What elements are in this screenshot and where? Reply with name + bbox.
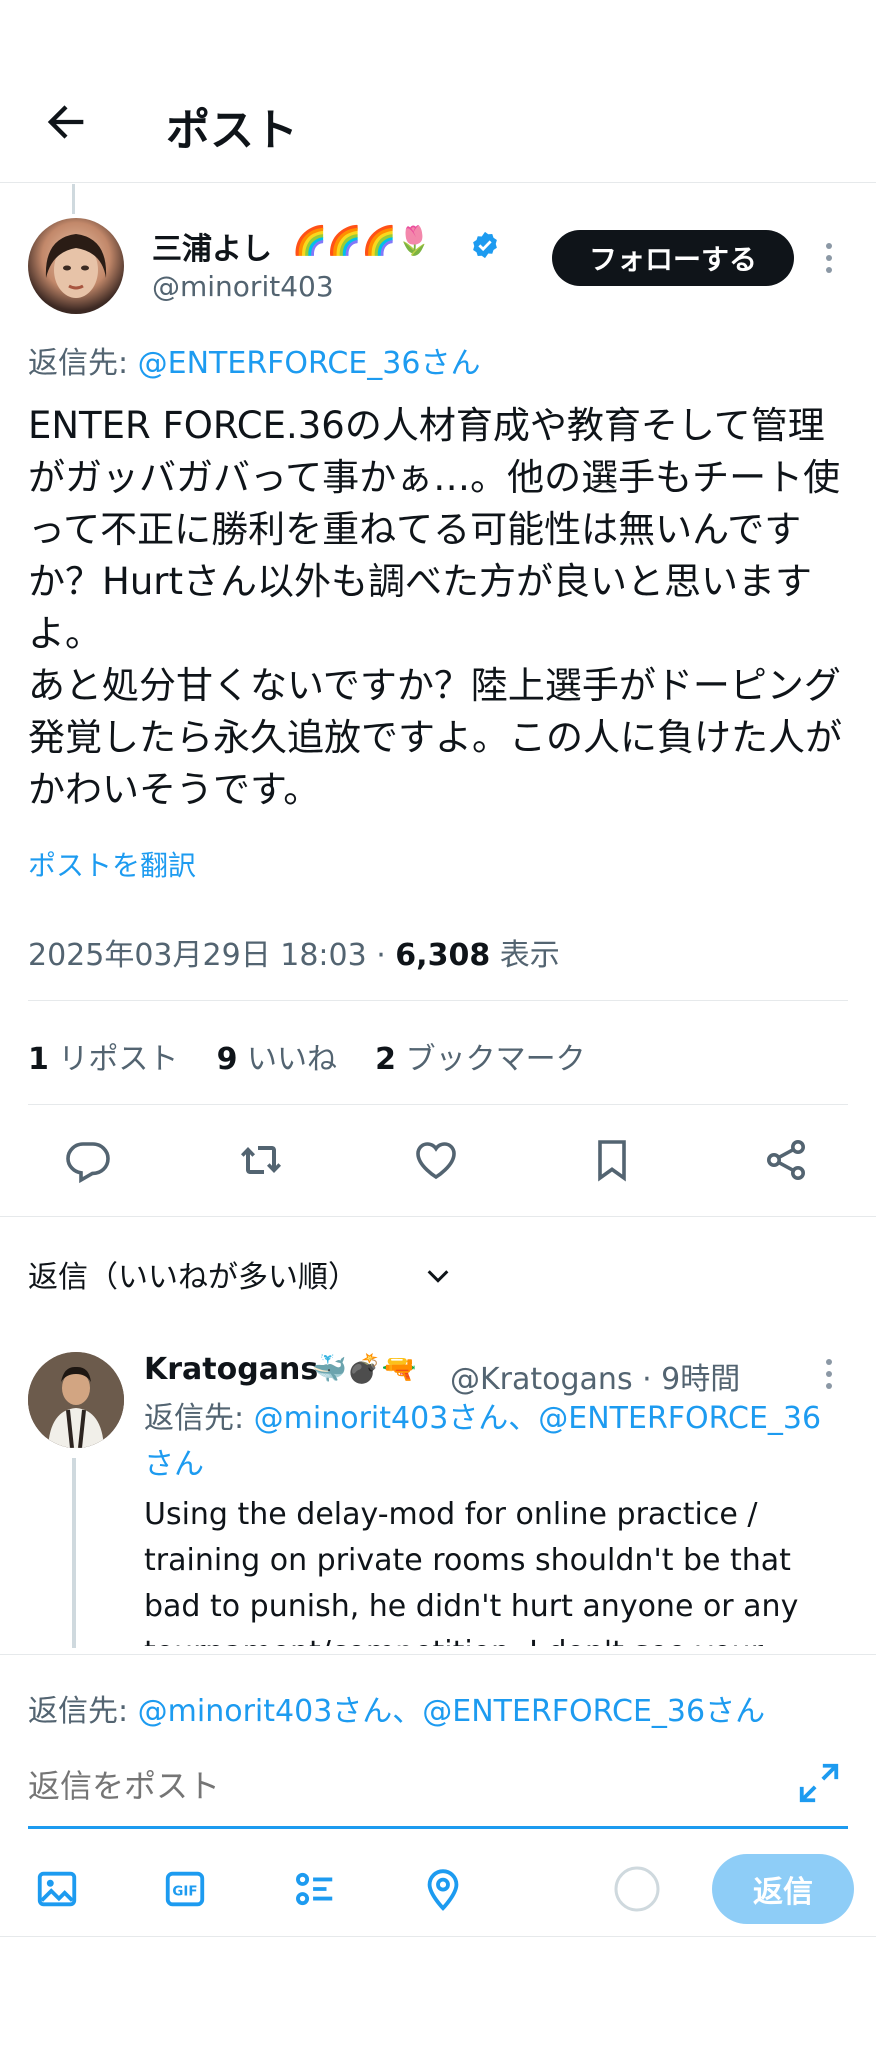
verified-badge-icon (470, 230, 500, 260)
thread-connector-top (72, 184, 75, 214)
reply-handle-time[interactable]: @Kratogans · 9時間 (450, 1354, 740, 1398)
like-icon[interactable] (412, 1136, 460, 1184)
views-count: 6,308 (395, 938, 491, 973)
likes-stat[interactable]: 9 いいね (217, 1042, 337, 1077)
bookmark-icon[interactable] (588, 1136, 636, 1184)
reply-to-line: 返信先: @ENTERFORCE_36さん (28, 338, 480, 382)
reply-more-icon[interactable] (822, 1356, 836, 1392)
svg-text:GIF: GIF (172, 1885, 197, 1900)
page-title: ポスト (166, 105, 298, 156)
follow-button[interactable]: フォローする (552, 230, 794, 286)
stats-divider (28, 1104, 848, 1105)
reply-reply-to-line: 返信先: @minorit403さん、@ENTERFORCE_36さん (144, 1396, 844, 1488)
author-name-emoji: 🌈🌈🌈🌷 (292, 224, 432, 257)
gif-icon[interactable]: GIF (162, 1866, 208, 1912)
author-avatar[interactable] (28, 218, 124, 314)
post-datetime[interactable]: 2025年03月29日 18:03 (28, 938, 367, 973)
actions-divider (0, 1216, 876, 1217)
reply-input[interactable] (28, 1760, 788, 1812)
meta-separator: · (366, 938, 396, 973)
input-underline (28, 1826, 848, 1829)
author-handle[interactable]: @minorit403 (152, 270, 334, 303)
bookmarks-label: ブックマーク (396, 1042, 586, 1077)
share-icon[interactable] (762, 1136, 810, 1184)
post-meta: 2025年03月29日 18:03 · 6,308 表示 (28, 930, 560, 974)
translate-post-link[interactable]: ポストを翻訳 (28, 844, 196, 884)
bookmarks-stat[interactable]: 2 ブックマーク (375, 1042, 585, 1077)
more-icon[interactable] (822, 240, 836, 276)
post-stats: 1 リポスト 9 いいね 2 ブックマーク (28, 1034, 586, 1078)
reply-author-name[interactable]: Kratogans (144, 1352, 318, 1387)
reply-author-emoji: 🐳💣🔫 (312, 1352, 417, 1385)
reposts-stat[interactable]: 1 リポスト (28, 1042, 178, 1077)
bottom-divider (0, 1936, 876, 1937)
bookmarks-count: 2 (375, 1042, 397, 1077)
post-body: ENTER FORCE.36の人材育成や教育そして管理がガッバガバって事かぁ…。… (28, 404, 842, 811)
repost-icon[interactable] (238, 1136, 286, 1184)
reply-avatar[interactable] (28, 1352, 124, 1448)
progress-circle-icon (614, 1866, 660, 1912)
likes-count: 9 (216, 1042, 238, 1077)
poll-icon[interactable] (292, 1866, 338, 1912)
meta-divider (28, 1000, 848, 1001)
likes-label: いいね (237, 1042, 337, 1077)
back-arrow-icon[interactable] (40, 96, 92, 148)
composer-reply-to-handles[interactable]: @minorit403さん、@ENTERFORCE_36さん (138, 1694, 765, 1729)
reply-to-handle-link[interactable]: @ENTERFORCE_36さん (138, 346, 481, 381)
author-name[interactable]: 三浦よし (152, 224, 272, 268)
chevron-down-icon[interactable] (424, 1262, 452, 1290)
reposts-count: 1 (28, 1042, 49, 1077)
reply-reply-to-prefix: 返信先: (144, 1401, 254, 1436)
reposts-label: リポスト (48, 1042, 179, 1077)
replies-sort-label[interactable]: 返信（いいねが多い順） (28, 1252, 358, 1296)
reply-icon[interactable] (64, 1136, 112, 1184)
reply-thread-line (72, 1458, 76, 1648)
image-icon[interactable] (34, 1866, 80, 1912)
reply-body: Using the delay-mod for online practice … (144, 1497, 799, 1646)
reply-to-prefix: 返信先: (28, 346, 138, 381)
expand-icon[interactable] (796, 1760, 842, 1806)
location-icon[interactable] (420, 1866, 466, 1912)
composer-reply-to-prefix: 返信先: (28, 1694, 138, 1729)
views-label: 表示 (490, 938, 560, 973)
header-divider (0, 182, 876, 183)
composer-reply-to-line: 返信先: @minorit403さん、@ENTERFORCE_36さん (28, 1686, 765, 1730)
reply-submit-button[interactable]: 返信 (712, 1854, 854, 1924)
